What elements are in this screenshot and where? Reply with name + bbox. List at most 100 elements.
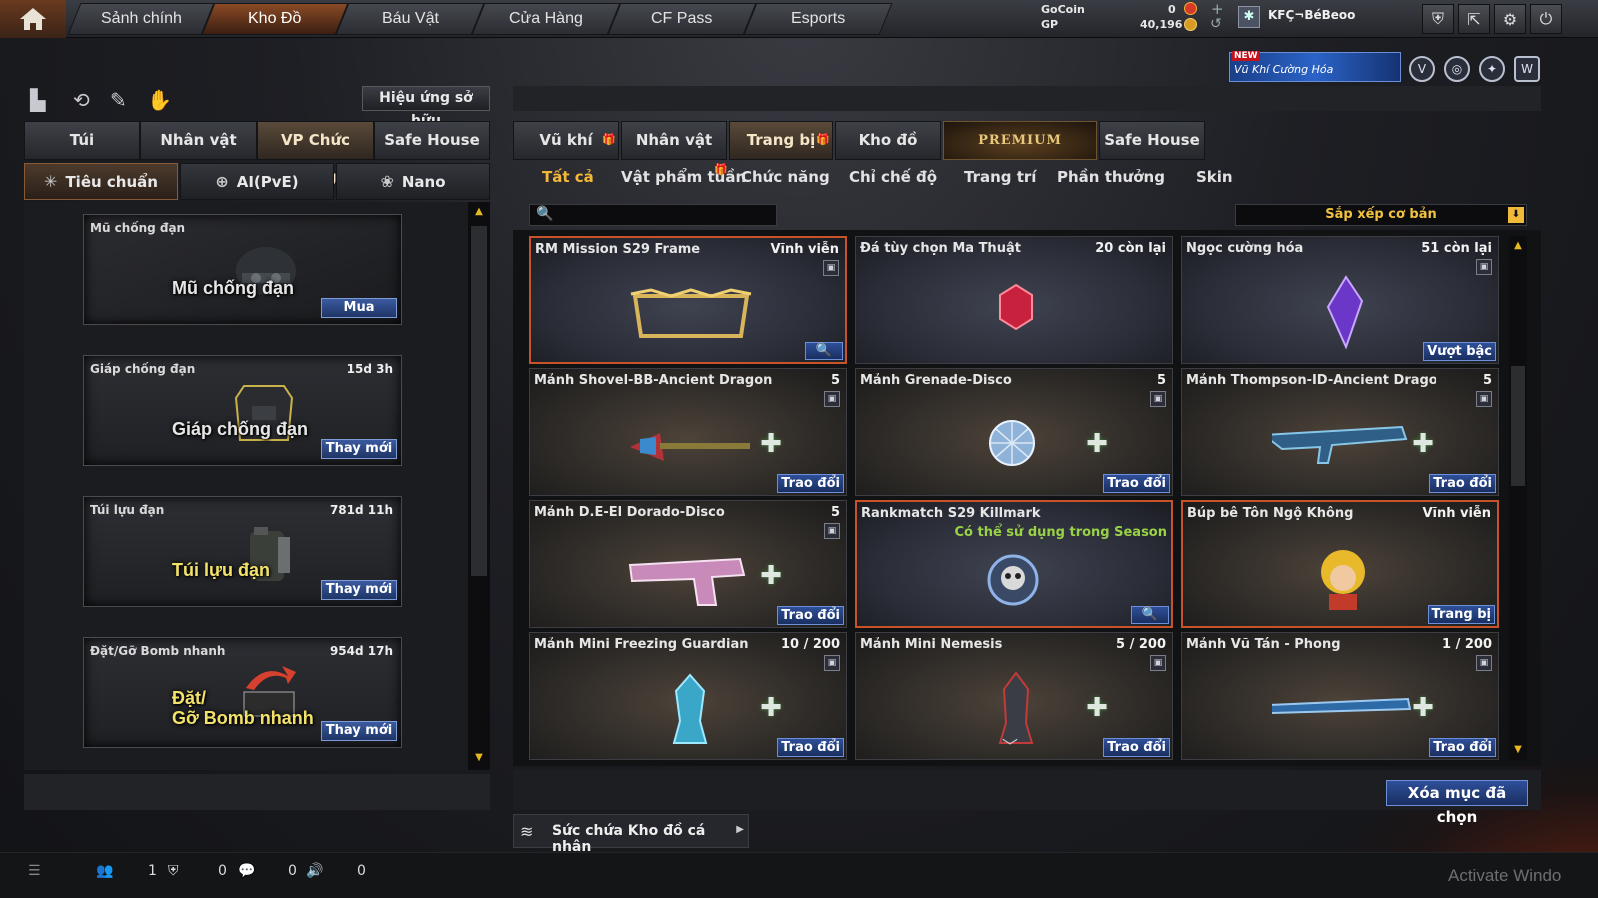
exit-icon[interactable]: ⇱ bbox=[1458, 4, 1490, 34]
buy-button[interactable]: Mua bbox=[321, 298, 397, 318]
left-scrollbar[interactable]: ▲ ▼ bbox=[468, 202, 490, 770]
chat-icon[interactable]: 💬 bbox=[238, 863, 255, 879]
item-card[interactable]: Mảnh Mini Freezing Guardian 10 / 200 ▣ ✚… bbox=[529, 632, 847, 760]
item-card[interactable]: Mảnh D.E-El Dorado-Disco 5 ▣ ✚ Trao đổi bbox=[529, 500, 847, 628]
tab-sanh-chinh[interactable]: Sảnh chính bbox=[67, 3, 215, 35]
tab-cf-pass[interactable]: CF Pass bbox=[607, 3, 757, 35]
ltab-vp-chuc-nang[interactable]: VP Chức năng bbox=[257, 121, 374, 186]
event-badge-icon[interactable]: V bbox=[1409, 56, 1435, 82]
clan-icon[interactable]: ⛨ bbox=[168, 863, 179, 879]
scroll-up-icon[interactable]: ▲ bbox=[1512, 240, 1524, 252]
crest-badge-icon[interactable]: ✦ bbox=[1479, 56, 1505, 82]
rtab-safe-house[interactable]: Safe House bbox=[1099, 121, 1205, 160]
cat-tat-ca[interactable]: Tất cả bbox=[542, 168, 594, 186]
promo-banner[interactable]: NEW Vũ Khí Cường Hóa bbox=[1229, 51, 1401, 82]
renew-button[interactable]: Thay mới bbox=[321, 721, 397, 741]
scroll-thumb[interactable] bbox=[471, 226, 487, 576]
ltab-nhan-vat[interactable]: Nhân vật bbox=[140, 121, 257, 160]
cat-phan-thuong[interactable]: Phần thưởng bbox=[1057, 168, 1165, 186]
exchange-button[interactable]: Trao đổi bbox=[777, 738, 844, 757]
lock-icon[interactable]: ▣ bbox=[1476, 655, 1492, 671]
cat-skin[interactable]: Skin bbox=[1196, 168, 1233, 186]
item-card[interactable]: Mảnh Grenade-Disco 5 ▣ ✚ Trao đổi bbox=[855, 368, 1173, 496]
upgrade-button[interactable]: Vượt bậc bbox=[1423, 342, 1496, 361]
search-input[interactable]: 🔍 bbox=[529, 204, 777, 226]
friends-icon[interactable]: 👥 bbox=[96, 863, 113, 879]
scroll-up-icon[interactable]: ▲ bbox=[472, 206, 486, 220]
owned-effect-button[interactable]: Hiệu ứng sở hữu bbox=[362, 86, 490, 129]
tab-bau-vat[interactable]: Báu Vật bbox=[335, 3, 485, 35]
refresh-icon[interactable]: ↺ bbox=[1210, 16, 1222, 32]
exchange-button[interactable]: Trao đổi bbox=[1103, 474, 1170, 493]
preview-button[interactable]: 🔍 bbox=[1131, 606, 1169, 624]
lock-icon[interactable]: ▣ bbox=[1476, 259, 1492, 275]
renew-button[interactable]: Thay mới bbox=[321, 439, 397, 459]
tab-kho-do[interactable]: Kho Đồ bbox=[201, 3, 349, 35]
item-card[interactable]: Đá tùy chọn Ma Thuật 20 còn lại bbox=[855, 236, 1173, 364]
equip-button[interactable]: Trang bị bbox=[1427, 605, 1495, 624]
lock-icon[interactable]: ▣ bbox=[824, 523, 840, 539]
lock-icon[interactable]: ▣ bbox=[824, 655, 840, 671]
ltab-tui[interactable]: Túi bbox=[24, 121, 140, 160]
subtab-nano[interactable]: ❀ Nano bbox=[336, 163, 490, 200]
slot-grenade-bag[interactable]: Túi lựu đạn 781d 11h Túi lựu đạn Thay mớ… bbox=[83, 496, 402, 607]
cat-chuc-nang[interactable]: Chức năng bbox=[741, 168, 830, 186]
exchange-button[interactable]: Trao đổi bbox=[777, 606, 844, 625]
ltab-safe-house[interactable]: Safe House bbox=[374, 121, 490, 160]
power-icon[interactable]: ⏻ bbox=[1530, 4, 1562, 34]
lock-icon[interactable]: ▣ bbox=[1150, 655, 1166, 671]
renew-button[interactable]: Thay mới bbox=[321, 580, 397, 600]
tab-cua-hang[interactable]: Cửa Hàng bbox=[471, 3, 621, 35]
scroll-down-icon[interactable]: ▼ bbox=[1512, 744, 1524, 756]
item-card[interactable]: Búp bê Tôn Ngộ Không Vĩnh viễn Trang bị bbox=[1181, 500, 1499, 628]
item-card[interactable]: Ngọc cường hóa 51 còn lại ▣ Vượt bậc bbox=[1181, 236, 1499, 364]
cat-chi-che-do[interactable]: Chỉ chế độ bbox=[849, 168, 937, 186]
history-icon[interactable]: ⟲ bbox=[73, 88, 90, 112]
lock-icon[interactable]: ▣ bbox=[1150, 391, 1166, 407]
glove-icon[interactable]: ✋ bbox=[147, 88, 172, 112]
scroll-thumb[interactable] bbox=[1511, 366, 1525, 486]
exchange-button[interactable]: Trao đổi bbox=[1103, 738, 1170, 757]
slot-quick-bomb[interactable]: Đặt/Gỡ Bomb nhanh 954d 17h Đặt/Gỡ Bomb n… bbox=[83, 637, 402, 748]
lock-icon[interactable]: ▣ bbox=[1476, 391, 1492, 407]
scroll-down-icon[interactable]: ▼ bbox=[472, 752, 486, 766]
shield-icon[interactable]: ⛨ bbox=[1422, 4, 1454, 34]
subtab-ai-pve[interactable]: ⊕ AI(PvE) bbox=[180, 163, 334, 200]
home-button[interactable] bbox=[0, 0, 66, 38]
delete-selected-button[interactable]: Xóa mục đã chọn bbox=[1386, 780, 1528, 826]
item-card[interactable]: Mảnh Vũ Tán - Phong 1 / 200 ▣ ✚ Trao đổi bbox=[1181, 632, 1499, 760]
globe-badge-icon[interactable]: ◎ bbox=[1444, 56, 1470, 82]
item-card[interactable]: Mảnh Thompson-ID-Ancient Dragon 5 ▣ ✚ Tr… bbox=[1181, 368, 1499, 496]
rtab-trang-bi[interactable]: Trang bị 🎁 bbox=[729, 121, 833, 160]
rtab-kho-do[interactable]: Kho đồ bbox=[835, 121, 941, 160]
slot-helmet[interactable]: Mũ chống đạn Mũ chống đạn Mua bbox=[83, 214, 402, 325]
rtab-vu-khi[interactable]: Vũ khí 🎁 bbox=[513, 121, 619, 160]
right-scrollbar[interactable]: ▲ ▼ bbox=[1509, 236, 1527, 760]
item-card[interactable]: Mảnh Shovel-BB-Ancient Dragon 5 ▣ ✚ Trao… bbox=[529, 368, 847, 496]
gear-icon[interactable]: ⚙ bbox=[1494, 4, 1526, 34]
exchange-button[interactable]: Trao đổi bbox=[1429, 738, 1496, 757]
voice-icon[interactable]: 🔊 bbox=[306, 863, 323, 879]
menu-icon[interactable]: ☰ bbox=[28, 863, 41, 879]
item-card[interactable]: RM Mission S29 Frame Vĩnh viễn ▣ 🔍 bbox=[529, 236, 847, 364]
ranking-icon[interactable]: ▙ bbox=[30, 88, 45, 112]
slot-armor[interactable]: Giáp chống đạn 15d 3h Giáp chống đạn Tha… bbox=[83, 355, 402, 466]
cat-trang-tri[interactable]: Trang trí bbox=[964, 168, 1036, 186]
exchange-button[interactable]: Trao đổi bbox=[1429, 474, 1496, 493]
w-badge-icon[interactable]: W bbox=[1514, 56, 1540, 82]
item-card[interactable]: Rankmatch S29 Killmark Có thể sử dụng tr… bbox=[855, 500, 1173, 628]
rtab-premium[interactable]: PREMIUM bbox=[943, 121, 1097, 160]
preview-button[interactable]: 🔍 bbox=[805, 342, 843, 360]
lock-icon[interactable]: ▣ bbox=[823, 260, 839, 276]
capacity-button[interactable]: ≋ Sức chứa Kho đồ cá nhân ▶ bbox=[513, 814, 749, 855]
exchange-button[interactable]: Trao đổi bbox=[777, 474, 844, 493]
item-card[interactable]: Mảnh Mini Nemesis 5 / 200 ▣ ✚ ﹀ Trao đổi bbox=[855, 632, 1173, 760]
subtab-tieu-chuan[interactable]: ✳ Tiêu chuẩn bbox=[24, 163, 178, 200]
lock-icon[interactable]: ▣ bbox=[824, 391, 840, 407]
sort-dropdown[interactable]: Sắp xếp cơ bản ⬇ bbox=[1235, 204, 1527, 226]
rtab-nhan-vat[interactable]: Nhân vật bbox=[621, 121, 727, 160]
chevron-down-icon[interactable]: ﹀ bbox=[1002, 733, 1018, 757]
tab-esports[interactable]: Esports bbox=[743, 3, 893, 35]
sort-arrow-icon[interactable]: ⬇ bbox=[1508, 207, 1524, 223]
paint-icon[interactable]: ✎ bbox=[110, 88, 127, 112]
